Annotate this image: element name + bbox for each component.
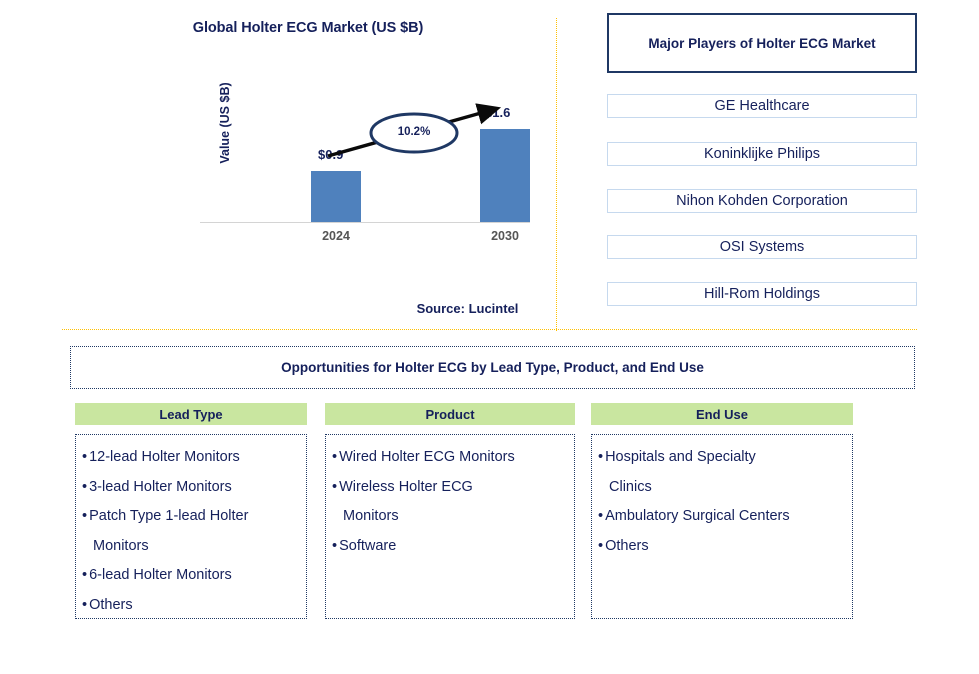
list-item-continuation: Clinics [609,478,652,495]
source-note: Source: Lucintel [416,301,519,316]
major-players-panel: Major Players of Holter ECG Market GE He… [607,13,917,306]
chart-title: Global Holter ECG Market (US $B) [192,20,424,36]
list-item-label: 3-lead Holter Monitors [89,478,232,495]
player-box[interactable]: Hill-Rom Holdings [607,282,917,306]
list-item-label: Ambulatory Surgical Centers [605,508,790,524]
list-item: • Hospitals and Specialty [598,443,848,473]
segment-column-product: Product • Wired Holter ECG Monitors • Wire… [325,403,575,619]
list-item: • 3-lead Holter Monitors [82,473,302,503]
segment-header: Lead Type [75,403,307,425]
list-item: • Others [82,591,302,621]
list-item-continuation: Monitors [93,537,149,554]
player-box[interactable]: OSI Systems [607,235,917,259]
chart-y-axis-label: Value (US $B) [218,82,232,164]
segment-list: • Hospitals and Specialty Clinics • Ambula… [591,434,853,619]
segment-list: • 12-lead Holter Monitors • 3-lead Holter … [75,434,307,619]
opportunities-banner: Opportunities for Holter ECG by Lead Typ… [70,346,915,389]
list-item: • Software [332,532,570,562]
list-item-label: 12-lead Holter Monitors [89,449,240,465]
list-item: • Patch Type 1-lead Holter [82,502,302,532]
list-item-label: Wireless Holter ECG [339,478,473,495]
list-item-continuation: Monitors [343,508,399,524]
list-item: • Others [598,532,848,562]
segment-header: End Use [591,403,853,425]
list-item-label: Wired Holter ECG Monitors [339,449,515,465]
chart-x-axis-line [200,222,530,223]
list-item-label: Hospitals and Specialty [605,449,756,465]
list-item-label: 6-lead Holter Monitors [89,567,232,583]
horizontal-divider [62,329,917,330]
player-box[interactable]: Nihon Kohden Corporation [607,189,917,213]
list-item-label: Others [605,537,649,554]
segment-column-end-use: End Use • Hospitals and Specialty Clinics… [591,403,853,619]
list-item: • Wireless Holter ECG [332,473,570,503]
segment-column-lead-type: Lead Type • 12-lead Holter Monitors • 3-le… [75,403,307,619]
major-players-header: Major Players of Holter ECG Market [607,13,917,73]
bar-2024 [311,171,361,222]
x-tick-2030: 2030 [491,229,519,243]
cagr-value: 10.2% [397,126,431,138]
segment-list: • Wired Holter ECG Monitors • Wireless Hol… [325,434,575,619]
segment-header: Product [325,403,575,425]
list-item: • 6-lead Holter Monitors [82,561,302,591]
market-chart-panel: Global Holter ECG Market (US $B) Value (… [60,8,556,328]
list-item: • Ambulatory Surgical Centers [598,502,848,532]
vertical-divider [556,18,557,331]
list-item: • 12-lead Holter Monitors [82,443,302,473]
list-item: • Wired Holter ECG Monitors [332,443,570,473]
list-item-label: Others [89,596,133,613]
x-tick-2024: 2024 [322,229,350,243]
list-item-label: Patch Type 1-lead Holter [89,508,249,524]
list-item-label: Software [339,537,397,554]
player-box[interactable]: Koninklijke Philips [607,142,917,166]
player-box[interactable]: GE Healthcare [607,94,917,118]
